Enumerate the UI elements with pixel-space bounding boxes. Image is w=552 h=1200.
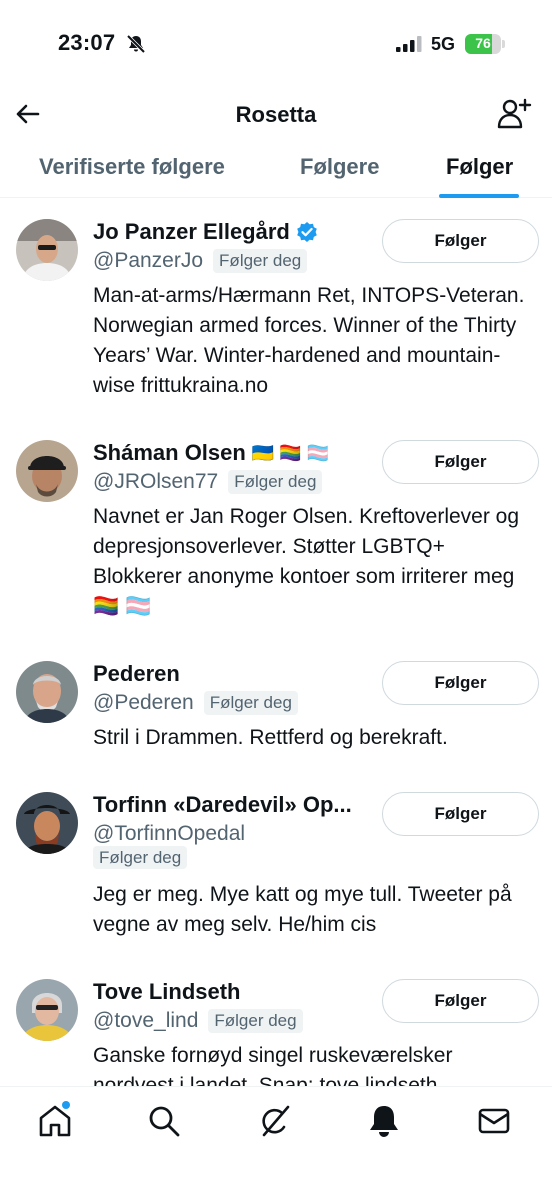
user-handle: @Pederen [93,691,194,714]
following-button[interactable]: Følger [382,661,539,705]
user-bio: Ganske fornøyd singel ruskeværelsker nor… [93,1044,453,1086]
user-bio: Jeg er meg. Mye katt og mye tull. Tweete… [93,883,512,936]
page-title: Rosetta [235,102,317,127]
user-name: Pederen [93,661,180,686]
notifications-icon[interactable] [366,1103,402,1139]
status-time: 23:07 [58,30,116,55]
battery-icon: 76 [465,34,505,54]
user-handle: @PanzerJo [93,249,204,272]
following-button[interactable]: Følger [382,792,539,836]
tab-verified-followers[interactable]: Verifiserte følgere [39,154,225,180]
tab-bar: Verifiserte følgere Følgere Følger [0,146,552,198]
status-bar: 23:07 5G 76 [0,0,552,90]
bottom-navigation [0,1086,552,1200]
user-handle: @TorfinnOpedal [93,822,246,845]
top-header: Rosetta [0,90,552,146]
following-button[interactable]: Følger [382,219,539,263]
avatar[interactable] [16,440,78,502]
grok-icon[interactable] [256,1103,292,1139]
bell-slash-icon [126,34,146,54]
user-handle: @tove_lind [93,1009,199,1032]
avatar[interactable] [16,219,78,281]
tab-followers[interactable]: Følgere [300,154,379,180]
following-button[interactable]: Følger [382,440,539,484]
verified-badge-icon [297,222,317,242]
list-item[interactable]: Jo Panzer Ellegård @PanzerJo Følger deg … [0,219,552,399]
avatar[interactable] [16,792,78,854]
user-bio: Navnet er Jan Roger Olsen. Kreftoverleve… [93,505,520,618]
network-type: 5G [431,34,456,54]
avatar[interactable] [16,661,78,723]
active-tab-indicator [439,194,519,198]
user-handle: @JROlsen77 [93,470,219,493]
follows-you-badge: Følger deg [208,1009,303,1033]
follows-you-badge: Følger deg [213,249,308,273]
list-item[interactable]: Pederen @Pederen Følger deg Stril i Dram… [0,661,552,771]
user-bio: Man-at-arms/Hærmann Ret, INTOPS-Veteran.… [93,284,525,397]
user-bio: Stril i Drammen. Rettferd og berekraft. [93,726,448,749]
follows-you-badge: Følger deg [93,846,188,869]
list-item[interactable]: Tove Lindseth @tove_lind Følger deg Gans… [0,979,552,1086]
tab-following[interactable]: Følger [446,154,513,180]
signal-icon [396,36,422,52]
following-button[interactable]: Følger [382,979,539,1023]
avatar[interactable] [16,979,78,1041]
list-item[interactable]: Sháman Olsen 🇺🇦 🏳️‍🌈 🏳️‍⚧️ @JROlsen77 Fø… [0,440,552,620]
list-item[interactable]: Torfinn «Daredevil» Op... @TorfinnOpedal… [0,792,552,942]
follows-you-badge: Følger deg [228,470,323,494]
home-notification-dot [62,1101,70,1109]
follows-you-badge: Følger deg [203,691,298,715]
add-user-icon[interactable] [496,96,532,132]
user-name: Sháman Olsen [93,440,246,465]
flag-emojis: 🇺🇦 🏳️‍🌈 🏳️‍⚧️ [251,442,330,463]
search-icon[interactable] [146,1103,182,1139]
user-name: Torfinn «Daredevil» Op... [93,792,352,817]
messages-icon[interactable] [476,1103,512,1139]
user-name: Jo Panzer Ellegård [93,219,290,244]
battery-level-text: 76 [475,35,491,51]
user-name: Tove Lindseth [93,979,241,1004]
